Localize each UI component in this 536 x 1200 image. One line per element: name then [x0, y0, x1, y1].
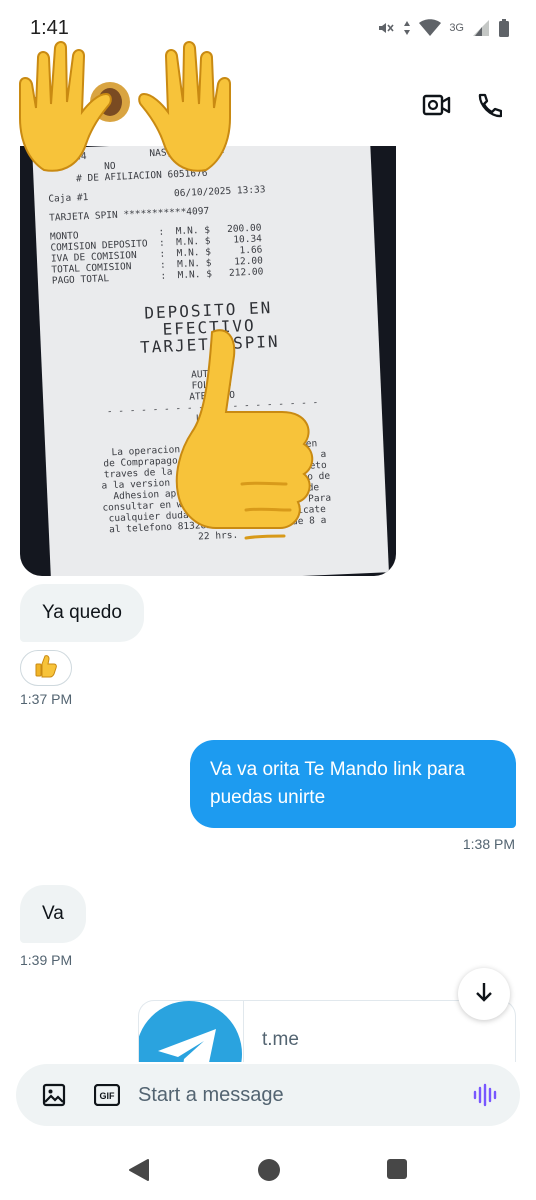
system-nav-bar: [0, 1140, 536, 1200]
telegram-logo-icon: [139, 1001, 242, 1062]
link-preview-card[interactable]: t.me: [138, 1000, 516, 1062]
mute-icon: [375, 18, 395, 38]
message-timestamp: 1:39 PM: [20, 952, 73, 968]
message-composer: GIF: [16, 1064, 520, 1126]
raised-hand-sticker-icon: [14, 40, 126, 185]
nav-recents-icon[interactable]: [386, 1158, 408, 1185]
link-thumbnail: [139, 1001, 244, 1062]
network-type: 3G: [449, 22, 464, 34]
link-domain: t.me: [262, 1029, 299, 1050]
status-icons: 3G: [375, 18, 510, 38]
gif-icon[interactable]: GIF: [93, 1083, 121, 1111]
battery-icon: [498, 18, 510, 38]
message-text: Ya quedo: [42, 602, 122, 623]
scroll-to-bottom-button[interactable]: [458, 968, 510, 1020]
image-icon[interactable]: [42, 1083, 66, 1112]
nav-home-icon[interactable]: [257, 1158, 281, 1187]
sent-message[interactable]: Va va orita Te Mando link para puedas un…: [190, 740, 516, 828]
message-timestamp: 1:38 PM: [462, 836, 515, 852]
message-text: Va va orita Te Mando link para puedas un…: [210, 759, 465, 808]
wifi-icon: [419, 19, 442, 37]
nav-back-icon[interactable]: [128, 1158, 150, 1187]
received-message[interactable]: Va: [20, 885, 86, 943]
message-timestamp: 1:37 PM: [20, 691, 73, 707]
voice-wave-icon[interactable]: [472, 1083, 498, 1112]
svg-text:GIF: GIF: [100, 1091, 116, 1101]
data-arrows-icon: [403, 18, 411, 38]
status-time: 1:41: [30, 17, 69, 39]
raised-hand-sticker-icon: [124, 40, 236, 185]
signal-icon: [472, 19, 490, 37]
arrow-down-icon: [472, 980, 496, 1009]
phone-icon[interactable]: [474, 92, 503, 125]
received-image-message[interactable]: S #124 NAS, COAHUILA NO # DE AFILIACION …: [20, 146, 396, 576]
reaction-badge[interactable]: [20, 650, 72, 686]
message-input[interactable]: [138, 1072, 458, 1118]
thumbs-up-sticker-icon: [166, 312, 322, 576]
thumbs-up-icon: [33, 653, 59, 684]
message-text: Va: [42, 903, 64, 924]
received-message[interactable]: Ya quedo: [20, 584, 144, 642]
video-camera-icon[interactable]: [422, 92, 452, 123]
